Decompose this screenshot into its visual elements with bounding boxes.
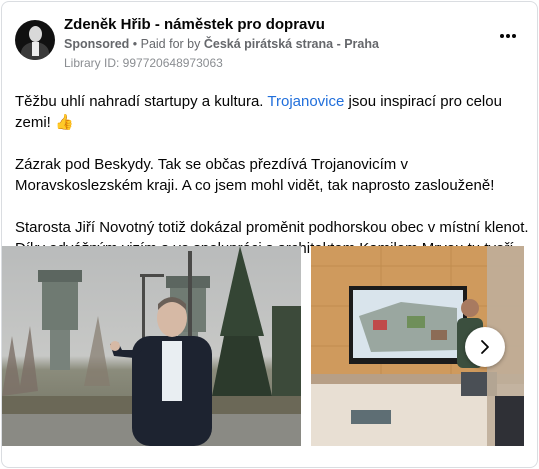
text-paragraph-2: Zázrak pod Beskydy. Tak se občas přezdív… — [15, 156, 495, 194]
photo-mining-towers — [2, 246, 301, 446]
carousel-image-1[interactable] — [2, 246, 301, 446]
carousel-next-button[interactable] — [465, 327, 505, 367]
avatar-shirt — [32, 42, 39, 56]
avatar[interactable] — [15, 20, 55, 60]
text-paragraph-1: Těžbu uhlí nahradí startupy a kultura. T… — [15, 91, 530, 133]
author-name[interactable]: Zdeněk Hřib - náměstek pro dopravu — [64, 16, 325, 33]
paid-for-by[interactable]: Česká pirátská strana - Praha — [204, 37, 379, 51]
sponsored-meta: Sponsored • Paid for by Česká pirátská s… — [64, 37, 379, 51]
paid-for-label: • Paid for by — [129, 37, 204, 51]
more-options-button[interactable] — [496, 28, 520, 44]
ad-card: Zdeněk Hřib - náměstek pro dopravu Spons… — [1, 1, 538, 468]
avatar-face — [29, 26, 42, 42]
library-id: Library ID: 997720648973063 — [64, 56, 223, 70]
trojanovice-link[interactable]: Trojanovice — [267, 93, 344, 110]
sponsored-label: Sponsored — [64, 37, 130, 51]
more-horizontal-icon — [500, 34, 516, 38]
media-carousel — [2, 246, 537, 446]
chevron-right-icon — [481, 340, 489, 354]
text-segment: Těžbu uhlí nahradí startupy a kultura. — [15, 93, 268, 110]
